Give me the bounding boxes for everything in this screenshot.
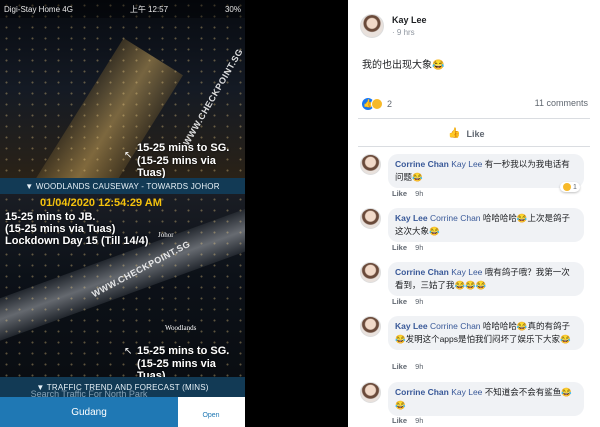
camera-feed-woodlands-1: WWW.CHECKPOINT.SG ↖ 15-25 mins to SG. (1… <box>0 0 245 178</box>
jb-wait-line1: 15-25 mins to JB. <box>5 211 96 223</box>
avatar[interactable] <box>360 262 381 283</box>
clock-label: 上午 12:57 <box>129 4 169 14</box>
comment-meta: Like 9h <box>392 362 423 371</box>
avatar[interactable] <box>360 14 384 38</box>
reaction-count: 2 <box>387 99 393 109</box>
status-bar: Digi-Stay Home 4G 上午 12:57 30% <box>0 0 245 18</box>
comment-time[interactable]: 9h <box>415 362 423 371</box>
gudang-button[interactable]: Search Traffic For North Park Gudang <box>0 389 178 427</box>
comment-item: Corrine Chan Kay Lee 哦有鸽子哦？我第一次看到，三姑了我😂😂… <box>360 262 590 310</box>
tagged-name[interactable]: Kay Lee <box>451 267 482 277</box>
woodlands-label: Woodlands <box>165 324 197 332</box>
commenter-name[interactable]: Corrine Chan <box>395 387 449 397</box>
sg-wait-line2: (15-25 mins via Tuas) <box>137 155 216 178</box>
comment-time[interactable]: 9h <box>415 297 423 306</box>
open-button[interactable]: Open <box>180 397 242 427</box>
comment-item: Corrine Chan Kay Lee 有一秒我以为我电话有问题😂 1 Lik… <box>360 154 590 200</box>
comment-like-link[interactable]: Like <box>392 297 407 306</box>
comment-like-link[interactable]: Like <box>392 243 407 252</box>
comment-bubble: Corrine Chan Kay Lee 哦有鸽子哦？我第一次看到，三姑了我😂😂… <box>388 262 584 296</box>
commenter-name[interactable]: Corrine Chan <box>395 159 449 169</box>
search-hint: Search Traffic For North Park <box>30 389 148 399</box>
jb-wait-line2: (15-25 mins via Tuas) <box>5 223 116 235</box>
post-text: 我的也出现大象😂 <box>362 60 445 71</box>
comments-count-link[interactable]: 11 comments <box>535 98 588 108</box>
avatar[interactable] <box>360 382 381 403</box>
battery-label: 30% <box>224 4 241 14</box>
comment-meta: Like 9h <box>392 189 423 198</box>
camera-feed-woodlands-2: WWW.CHECKPOINT.SG 15-25 mins to JB. (15-… <box>0 194 245 377</box>
tagged-name[interactable]: Kay Lee <box>451 159 482 169</box>
comment-time[interactable]: 9h <box>415 416 423 425</box>
avatar[interactable] <box>360 316 381 337</box>
comment-item: Corrine Chan Kay Lee 不知道会不会有鲨鱼😂😂 Like 9h <box>360 382 590 426</box>
sg-wait-line1: 15-25 mins to SG. <box>137 142 230 154</box>
comment-meta: Like 9h <box>392 243 423 252</box>
haha-reaction-icon <box>371 98 383 110</box>
like-button-label: Like <box>466 128 485 139</box>
sg-wait-line1: 15-25 mins to SG. <box>137 345 230 357</box>
tagged-name[interactable]: Kay Lee <box>451 387 482 397</box>
commenter-name[interactable]: Kay Lee <box>395 213 428 223</box>
comment-like-link[interactable]: Like <box>392 416 407 425</box>
sg-wait-line2: (15-25 mins via Tuas) <box>137 358 216 377</box>
black-gap <box>245 0 348 427</box>
divider <box>358 118 590 119</box>
comment-like-link[interactable]: Like <box>392 189 407 198</box>
johor-label: Johor <box>158 231 174 239</box>
arrow-icon: ↖ <box>124 150 133 161</box>
section-banner-causeway[interactable]: ▼ WOODLANDS CAUSEWAY - TOWARDS JOHOR <box>0 178 245 194</box>
comment-like-link[interactable]: Like <box>392 362 407 371</box>
carrier-label: Digi-Stay Home 4G <box>4 4 73 14</box>
thumbs-up-icon: 👍 <box>448 128 461 139</box>
comment-bubble: Corrine Chan Kay Lee 有一秒我以为我电话有问题😂 <box>388 154 584 188</box>
comment-bubble: Kay Lee Corrine Chan 哈哈哈哈😂上次是鸽子这次大象😂 <box>388 208 584 242</box>
comment-time[interactable]: 9h <box>415 243 423 252</box>
tagged-name[interactable]: Corrine Chan <box>430 321 481 331</box>
comment-reaction-count: 1 <box>573 183 577 191</box>
divider <box>358 146 590 147</box>
comment-bubble: Corrine Chan Kay Lee 不知道会不会有鲨鱼😂😂 <box>388 382 584 416</box>
avatar[interactable] <box>360 208 381 229</box>
comment-reaction-badge[interactable]: 1 <box>560 182 580 192</box>
comment-meta: Like 9h <box>392 297 423 306</box>
author-name[interactable]: Kay Lee <box>392 15 427 25</box>
bottom-action-row: Search Traffic For North Park Gudang Ope… <box>0 389 245 427</box>
haha-reaction-icon <box>563 183 571 191</box>
phone-screenshot: Digi-Stay Home 4G 上午 12:57 30% WWW.CHECK… <box>0 0 245 427</box>
camera-timestamp: 01/04/2020 12:54:29 AM <box>40 197 162 209</box>
like-button[interactable]: 👍 Like <box>448 128 484 139</box>
comment-bubble: Kay Lee Corrine Chan 哈哈哈哈😂真的有鸽子😂发明这个apps… <box>388 316 584 350</box>
gudang-label: Gudang <box>71 407 107 418</box>
arrow-icon: ↖ <box>124 346 133 357</box>
comment-item: Kay Lee Corrine Chan 哈哈哈哈😂上次是鸽子这次大象😂 Lik… <box>360 208 590 256</box>
reaction-summary[interactable]: 👍 2 <box>362 98 392 110</box>
comment-time[interactable]: 9h <box>415 189 423 198</box>
comment-meta: Like 9h <box>392 416 423 425</box>
avatar[interactable] <box>360 154 381 175</box>
commenter-name[interactable]: Corrine Chan <box>395 267 449 277</box>
post-header: Kay Lee · 9 hrs <box>360 14 427 38</box>
comment-item: Kay Lee Corrine Chan 哈哈哈哈😂真的有鸽子😂发明这个apps… <box>360 316 590 374</box>
post-time[interactable]: · 9 hrs <box>392 28 427 37</box>
commenter-name[interactable]: Kay Lee <box>395 321 428 331</box>
facebook-post-panel: Kay Lee · 9 hrs 我的也出现大象😂 👍 2 11 comments… <box>348 0 600 427</box>
lockdown-label: Lockdown Day 15 (Till 14/4) <box>5 235 149 247</box>
tagged-name[interactable]: Corrine Chan <box>430 213 481 223</box>
